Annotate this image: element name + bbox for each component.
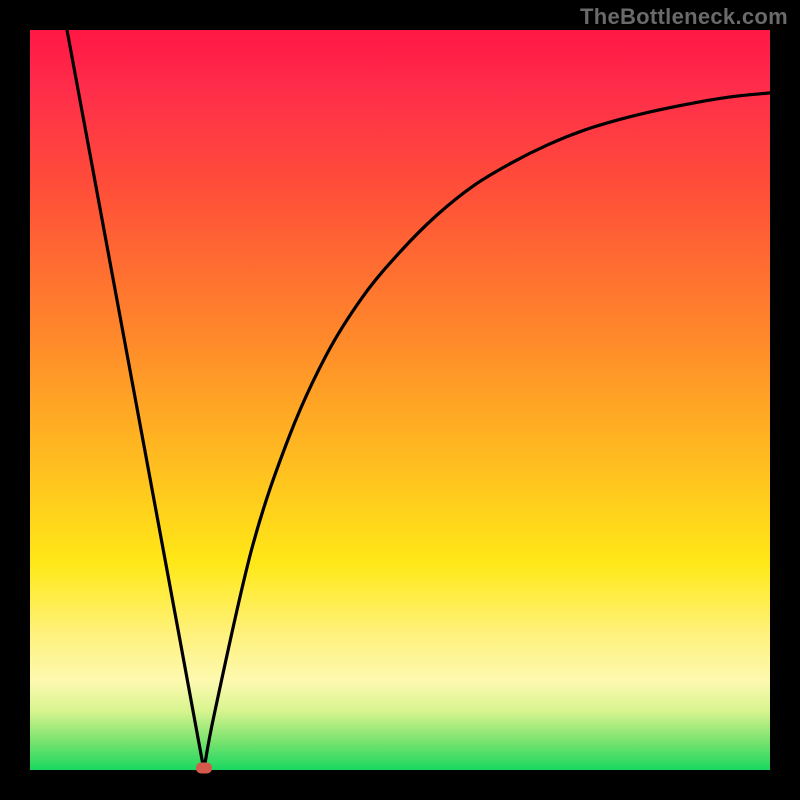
- curve-path: [67, 30, 770, 770]
- watermark-text: TheBottleneck.com: [580, 4, 788, 30]
- minimum-marker: [196, 763, 212, 774]
- chart-frame: TheBottleneck.com: [0, 0, 800, 800]
- bottleneck-curve: [30, 30, 770, 770]
- plot-area: [30, 30, 770, 770]
